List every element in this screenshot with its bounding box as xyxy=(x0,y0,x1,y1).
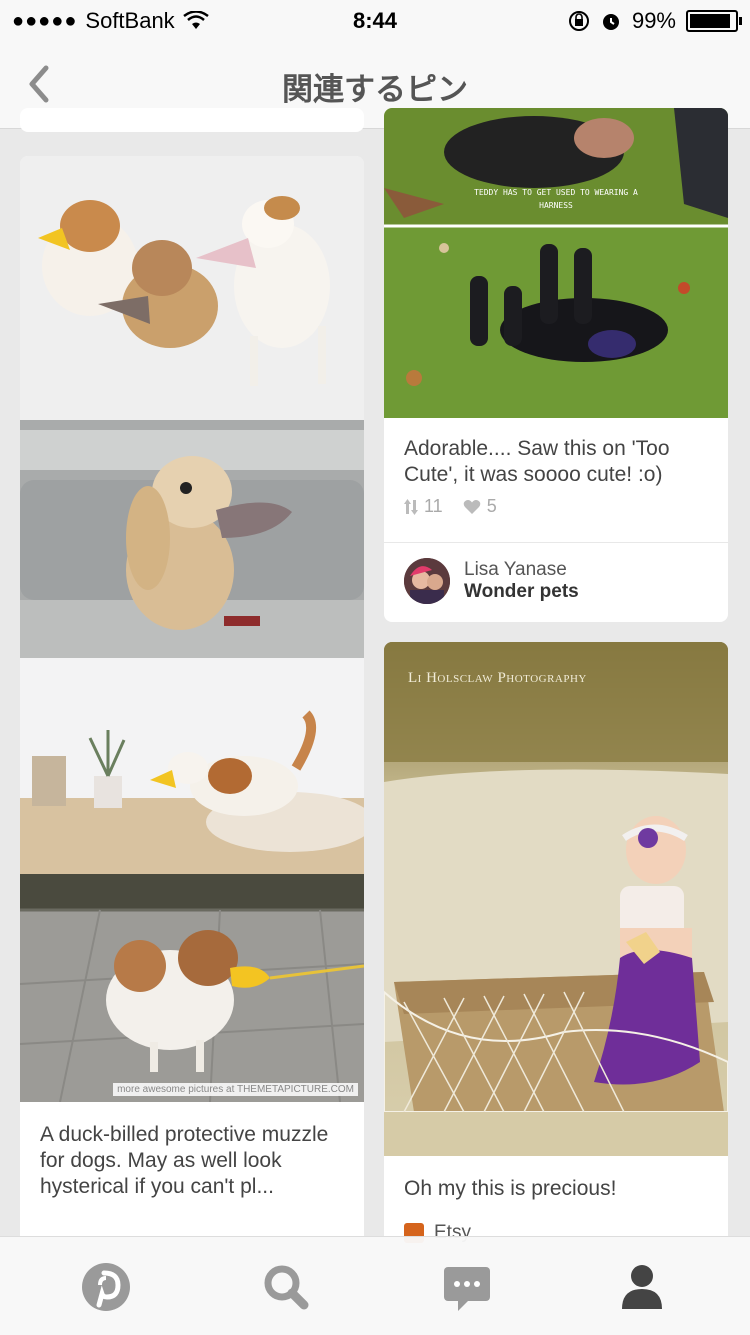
tab-home[interactable] xyxy=(78,1259,138,1315)
pin-image-dogs-muzzles[interactable] xyxy=(20,156,364,420)
pin-caption: Adorable.... Saw this on 'Too Cute', it … xyxy=(404,437,670,486)
pin-image-puppy-harness[interactable]: TEDDY HAS TO GET USED TO WEARING A HARNE… xyxy=(384,108,728,418)
pin-card-muzzle[interactable]: more awesome pictures at THEMETAPICTURE.… xyxy=(20,156,364,1246)
repin-icon xyxy=(404,498,418,515)
alarm-icon xyxy=(602,14,619,30)
divider xyxy=(384,542,728,543)
profile-icon xyxy=(622,1265,662,1309)
image-watermark: Li Holsclaw Photography xyxy=(408,670,587,686)
page-title: 関連するピン xyxy=(282,72,468,107)
pinner-info[interactable]: Lisa Yanase Wonder pets xyxy=(404,558,579,604)
status-bar: ●●●●● SoftBank 8:44 99% xyxy=(0,0,750,40)
search-icon xyxy=(264,1265,309,1310)
chat-icon xyxy=(444,1267,490,1311)
pin-card-teddy[interactable]: TEDDY HAS TO GET USED TO WEARING A HARNE… xyxy=(384,108,728,622)
board-name: Wonder pets xyxy=(464,581,579,602)
pin-image-dog-bed[interactable] xyxy=(20,658,364,874)
image-overlay-text: TEDDY HAS TO GET USED TO WEARING A HARNE… xyxy=(474,188,638,210)
pin-stats: 11 5 xyxy=(404,496,497,517)
tab-profile[interactable] xyxy=(614,1259,674,1315)
tab-bar xyxy=(0,1236,750,1335)
battery-icon xyxy=(686,10,742,32)
pin-image-dog-pavement[interactable]: more awesome pictures at THEMETAPICTURE.… xyxy=(20,874,364,1102)
heart-icon xyxy=(463,499,480,514)
pinner-name: Lisa Yanase xyxy=(464,559,567,580)
like-count: 5 xyxy=(486,496,497,516)
tab-search[interactable] xyxy=(258,1259,318,1315)
pin-image-baby-mermaid[interactable]: Li Holsclaw Photography xyxy=(384,642,728,1156)
tab-messages[interactable] xyxy=(440,1259,500,1315)
repin-count: 11 xyxy=(424,496,443,516)
rotation-lock-icon xyxy=(568,11,589,31)
pinterest-icon xyxy=(82,1263,130,1311)
pin-card-partial[interactable] xyxy=(20,108,364,132)
pin-caption: A duck-billed protective muzzle for dogs… xyxy=(40,1123,329,1198)
pin-caption: Oh my this is precious! xyxy=(404,1177,617,1200)
battery-percent: 99% xyxy=(631,8,676,33)
pin-card-mermaid[interactable]: Li Holsclaw Photography Oh my this is pr… xyxy=(384,642,728,1282)
avatar[interactable] xyxy=(404,558,450,604)
pin-image-dachshund-car[interactable] xyxy=(20,420,364,658)
image-watermark: more awesome pictures at THEMETAPICTURE.… xyxy=(113,1083,358,1096)
